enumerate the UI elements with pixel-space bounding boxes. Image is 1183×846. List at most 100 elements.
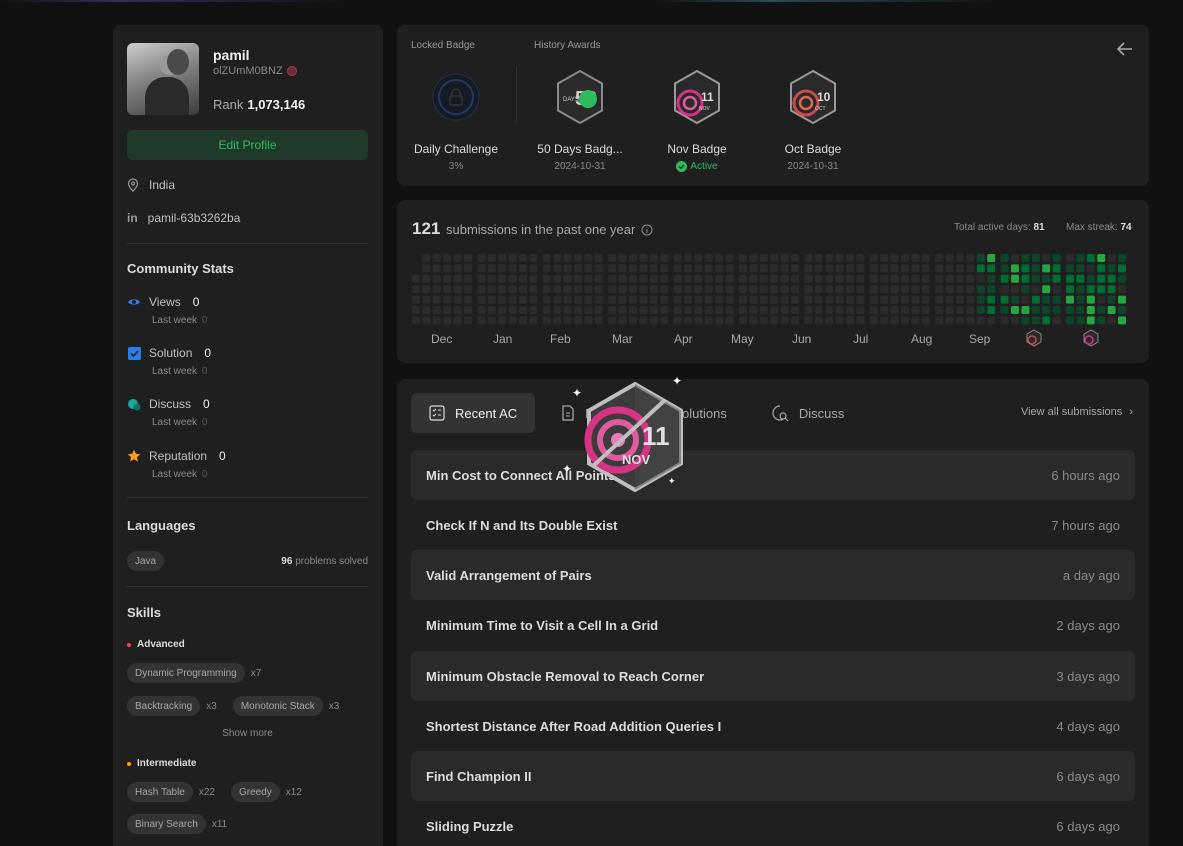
heatmap-cell[interactable] bbox=[846, 254, 854, 262]
heatmap-cell[interactable] bbox=[629, 295, 637, 304]
heatmap-cell[interactable] bbox=[422, 254, 431, 262]
heatmap-cell[interactable] bbox=[791, 316, 799, 325]
badge-daily-challenge[interactable]: Daily Challenge 3% bbox=[406, 69, 506, 172]
heatmap-cell[interactable] bbox=[814, 285, 823, 294]
heatmap-cell[interactable] bbox=[1107, 254, 1116, 262]
heatmap-cell[interactable] bbox=[1042, 254, 1051, 262]
heatmap-cell[interactable] bbox=[584, 306, 593, 314]
heatmap-cell[interactable] bbox=[443, 316, 452, 325]
heatmap-cell[interactable] bbox=[1086, 285, 1095, 294]
heatmap-cell[interactable] bbox=[594, 316, 603, 325]
badge-50-days[interactable]: 50 DAYS 50 Days Badg... 2024-10-31 bbox=[530, 69, 630, 172]
heatmap-cell[interactable] bbox=[966, 295, 975, 304]
heatmap-cell[interactable] bbox=[464, 254, 472, 262]
heatmap-cell[interactable] bbox=[594, 264, 603, 273]
heatmap-cell[interactable] bbox=[608, 254, 617, 262]
heatmap-cell[interactable] bbox=[553, 254, 562, 262]
heatmap-cell[interactable] bbox=[519, 306, 527, 314]
heatmap-cell[interactable] bbox=[869, 316, 878, 325]
heatmap-cell[interactable] bbox=[759, 274, 768, 283]
heatmap-cell[interactable] bbox=[715, 264, 724, 273]
heatmap-cell[interactable] bbox=[825, 264, 834, 273]
heatmap-cell[interactable] bbox=[1000, 306, 1009, 314]
heatmap-cell[interactable] bbox=[574, 306, 582, 314]
heatmap-cell[interactable] bbox=[673, 295, 682, 304]
info-icon[interactable] bbox=[641, 224, 653, 236]
heatmap-cell[interactable] bbox=[487, 264, 496, 273]
heatmap-cell[interactable] bbox=[618, 295, 627, 304]
heatmap-cell[interactable] bbox=[976, 254, 985, 262]
heatmap-cell[interactable] bbox=[1076, 264, 1085, 273]
heatmap-cell[interactable] bbox=[987, 306, 996, 314]
skill-tag[interactable]: Dynamic Programming bbox=[127, 663, 245, 683]
heatmap-cell[interactable] bbox=[814, 295, 823, 304]
heatmap-cell[interactable] bbox=[749, 254, 758, 262]
heatmap-cell[interactable] bbox=[804, 316, 813, 325]
heatmap-cell[interactable] bbox=[1086, 295, 1095, 304]
tab-recent-ac[interactable]: Recent AC bbox=[411, 393, 536, 433]
heatmap-cell[interactable] bbox=[553, 264, 562, 273]
heatmap-cell[interactable] bbox=[412, 285, 420, 294]
heatmap-cell[interactable] bbox=[759, 264, 768, 273]
heatmap-cell[interactable] bbox=[780, 274, 789, 283]
heatmap-cell[interactable] bbox=[684, 295, 692, 304]
heatmap-cell[interactable] bbox=[945, 285, 954, 294]
heatmap-cell[interactable] bbox=[1052, 316, 1061, 325]
heatmap-cell[interactable] bbox=[487, 254, 496, 262]
heatmap-cell[interactable] bbox=[487, 295, 496, 304]
heatmap-cell[interactable] bbox=[1000, 254, 1009, 262]
heatmap-cell[interactable] bbox=[921, 274, 930, 283]
heatmap-cell[interactable] bbox=[412, 264, 420, 273]
heatmap-cell[interactable] bbox=[935, 254, 944, 262]
heatmap-cell[interactable] bbox=[1042, 316, 1051, 325]
heatmap-cell[interactable] bbox=[618, 274, 627, 283]
heatmap-cell[interactable] bbox=[422, 274, 431, 283]
heatmap-cell[interactable] bbox=[749, 306, 758, 314]
heatmap-cell[interactable] bbox=[725, 274, 734, 283]
heatmap-cell[interactable] bbox=[911, 295, 920, 304]
heatmap-cell[interactable] bbox=[804, 254, 813, 262]
heatmap-cell[interactable] bbox=[594, 254, 603, 262]
heatmap-cell[interactable] bbox=[574, 285, 582, 294]
heatmap-cell[interactable] bbox=[1097, 316, 1106, 325]
heatmap-cell[interactable] bbox=[694, 254, 703, 262]
heatmap-cell[interactable] bbox=[1021, 254, 1030, 262]
heatmap-cell[interactable] bbox=[749, 264, 758, 273]
heatmap-cell[interactable] bbox=[856, 274, 865, 283]
heatmap-cell[interactable] bbox=[976, 306, 985, 314]
heatmap-cell[interactable] bbox=[1031, 274, 1040, 283]
heatmap-cell[interactable] bbox=[956, 306, 964, 314]
heatmap-cell[interactable] bbox=[629, 316, 637, 325]
heatmap-cell[interactable] bbox=[660, 295, 669, 304]
heatmap-cell[interactable] bbox=[608, 285, 617, 294]
heatmap-cell[interactable] bbox=[704, 264, 713, 273]
heatmap-cell[interactable] bbox=[464, 306, 472, 314]
heatmap-cell[interactable] bbox=[542, 316, 551, 325]
heatmap-cell[interactable] bbox=[618, 285, 627, 294]
heatmap-cell[interactable] bbox=[432, 274, 441, 283]
heatmap-cell[interactable] bbox=[869, 285, 878, 294]
heatmap-cell[interactable] bbox=[553, 306, 562, 314]
heatmap-cell[interactable] bbox=[976, 316, 985, 325]
heatmap-cell[interactable] bbox=[639, 254, 648, 262]
heatmap-cell[interactable] bbox=[649, 274, 658, 283]
heatmap-cell[interactable] bbox=[477, 306, 486, 314]
heatmap-cell[interactable] bbox=[890, 264, 899, 273]
heatmap-cell[interactable] bbox=[856, 254, 865, 262]
heatmap-cell[interactable] bbox=[1118, 274, 1126, 283]
heatmap-cell[interactable] bbox=[1000, 295, 1009, 304]
list-item[interactable]: Shortest Distance After Road Addition Qu… bbox=[411, 701, 1135, 751]
heatmap-cell[interactable] bbox=[1021, 274, 1030, 283]
heatmap-cell[interactable] bbox=[673, 264, 682, 273]
heatmap-cell[interactable] bbox=[477, 264, 486, 273]
heatmap-cell[interactable] bbox=[901, 316, 909, 325]
heatmap-cell[interactable] bbox=[563, 264, 572, 273]
heatmap-cell[interactable] bbox=[715, 295, 724, 304]
heatmap-cell[interactable] bbox=[1066, 274, 1074, 283]
heatmap-cell[interactable] bbox=[453, 306, 462, 314]
heatmap-cell[interactable] bbox=[1118, 306, 1126, 314]
heatmap-cell[interactable] bbox=[498, 274, 507, 283]
heatmap-cell[interactable] bbox=[464, 295, 472, 304]
heatmap-cell[interactable] bbox=[412, 274, 420, 283]
heatmap-cell[interactable] bbox=[1097, 306, 1106, 314]
